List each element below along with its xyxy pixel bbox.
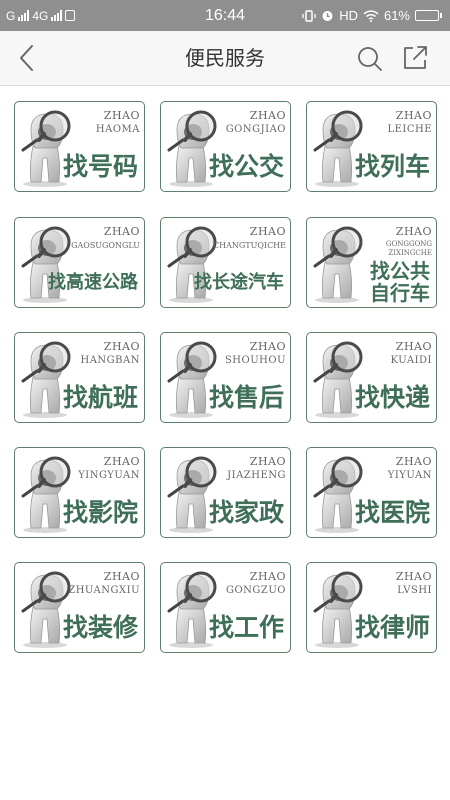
service-card-haoma[interactable]: ZHAO HAOMA 找号码	[14, 101, 145, 192]
card-pinyin: SHOUHOU	[224, 355, 286, 366]
card-label: 找号码	[62, 152, 138, 181]
card-zhao: ZHAO	[249, 225, 286, 238]
service-card-lvshi[interactable]: ZHAO LVSHI 找律师	[306, 562, 437, 653]
card-zhao: ZHAO	[103, 340, 140, 353]
card-zhao: ZHAO	[249, 455, 286, 468]
service-card-kuaidi[interactable]: ZHAO KUAIDI 找快递	[306, 332, 437, 423]
card-zhao: ZHAO	[249, 109, 286, 122]
card-zhao: ZHAO	[103, 570, 140, 583]
alarm-icon	[322, 11, 333, 21]
service-card-gaosugonglu[interactable]: ZHAO GAOSUGONGLU 找高速公路	[14, 217, 145, 308]
service-card-shouhou[interactable]: ZHAO SHOUHOU 找售后	[160, 332, 291, 423]
card-label: 找列车	[354, 152, 430, 181]
share-icon[interactable]	[400, 43, 430, 73]
battery-icon	[415, 10, 442, 21]
vibrate-icon	[302, 9, 316, 22]
card-label: 找公共 自行车	[370, 259, 430, 305]
service-card-yingyuan[interactable]: ZHAO YINGYUAN 找影院	[14, 447, 145, 538]
service-card-yiyuan[interactable]: ZHAO YIYUAN 找医院	[306, 447, 437, 538]
card-pinyin: JIAZHENG	[227, 470, 286, 481]
card-label: 找影院	[62, 498, 138, 527]
card-label: 找高速公路	[48, 272, 138, 293]
service-card-leiche[interactable]: ZHAO LEICHE 找列车	[306, 101, 437, 192]
card-pinyin: GONGGONG ZIXINGCHE	[385, 240, 432, 257]
service-card-zhuangxiu[interactable]: ZHAO ZHUANGXIU 找装修	[14, 562, 145, 653]
card-pinyin: YIYUAN	[387, 470, 432, 481]
card-pinyin: GONGZUO	[226, 585, 286, 596]
card-label: 找装修	[62, 613, 138, 642]
card-label: 找工作	[208, 613, 284, 642]
service-card-jiazheng[interactable]: ZHAO JIAZHENG 找家政	[160, 447, 291, 538]
card-label: 找律师	[354, 613, 430, 642]
card-label: 找家政	[208, 498, 284, 527]
card-label: 找公交	[208, 152, 284, 181]
card-zhao: ZHAO	[395, 455, 432, 468]
card-label: 找售后	[208, 383, 284, 412]
card-pinyin: YINGYUAN	[78, 470, 140, 481]
service-card-gonggongzixingche[interactable]: ZHAO GONGGONG ZIXINGCHE 找公共 自行车	[306, 217, 437, 308]
status-bar: G 4G 16:44 HD 61%	[0, 0, 450, 31]
card-pinyin: ZHUANGXIU	[68, 585, 140, 596]
card-zhao: ZHAO	[103, 455, 140, 468]
card-zhao: ZHAO	[395, 570, 432, 583]
battery-percent: 61%	[383, 8, 410, 23]
card-zhao: ZHAO	[249, 570, 286, 583]
card-zhao: ZHAO	[103, 225, 140, 238]
card-pinyin: LVSHI	[397, 585, 432, 596]
card-pinyin: HAOMA	[95, 124, 140, 135]
card-zhao: ZHAO	[395, 109, 432, 122]
card-pinyin: HANGBAN	[80, 355, 140, 366]
card-pinyin: CHANGTUQICHE	[213, 241, 286, 250]
card-label: 找航班	[62, 383, 138, 412]
card-pinyin: GAOSUGONGLU	[71, 241, 140, 250]
service-card-gongzuo[interactable]: ZHAO GONGZUO 找工作	[160, 562, 291, 653]
card-label: 找医院	[354, 498, 430, 527]
wifi-icon	[363, 9, 379, 22]
status-bar-right: HD 61%	[302, 0, 442, 31]
card-zhao: ZHAO	[103, 109, 140, 122]
card-label: 找快递	[354, 383, 430, 412]
card-zhao: ZHAO	[249, 340, 286, 353]
card-label: 找长途汽车	[194, 272, 284, 293]
card-pinyin: KUAIDI	[390, 355, 432, 366]
service-card-gongjiao[interactable]: ZHAO GONGJIAO 找公交	[160, 101, 291, 192]
service-card-changtuqiche[interactable]: ZHAO CHANGTUQICHE 找长途汽车	[160, 217, 291, 308]
app-header: 便民服务	[0, 31, 450, 86]
card-pinyin: GONGJIAO	[225, 124, 286, 135]
card-zhao: ZHAO	[395, 340, 432, 353]
hd-label: HD	[339, 8, 358, 23]
card-pinyin: LEICHE	[387, 124, 432, 135]
service-card-hangban[interactable]: ZHAO HANGBAN 找航班	[14, 332, 145, 423]
service-grid: ZHAO HAOMA 找号码 ZHAO GONGJIAO 找公交 ZHAO LE…	[0, 86, 450, 686]
card-zhao: ZHAO	[395, 225, 432, 238]
search-icon[interactable]	[355, 44, 385, 74]
